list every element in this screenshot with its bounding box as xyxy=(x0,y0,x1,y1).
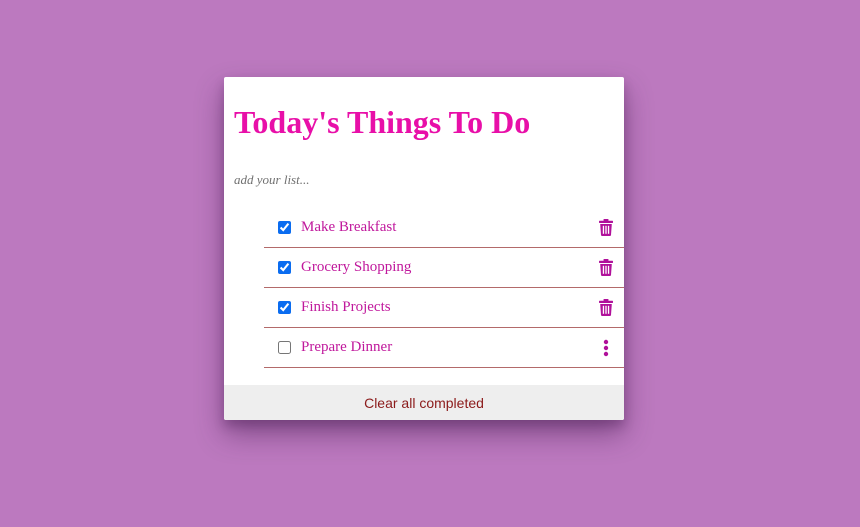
clear-completed-label: Clear all completed xyxy=(364,394,484,411)
clear-completed-button[interactable]: Clear all completed xyxy=(224,385,624,420)
todo-label: Finish Projects xyxy=(301,299,391,315)
more-vertical-icon[interactable] xyxy=(598,338,614,358)
todo-checkbox[interactable] xyxy=(278,341,291,354)
todo-checkbox[interactable] xyxy=(278,301,291,314)
todo-item: Grocery Shopping xyxy=(264,248,624,288)
todo-label: Grocery Shopping xyxy=(301,259,412,275)
page-title: Today's Things To Do xyxy=(234,104,531,140)
todo-item: Finish Projects xyxy=(264,288,624,328)
trash-icon[interactable] xyxy=(598,258,614,278)
todo-item: Make Breakfast xyxy=(264,208,624,248)
todo-checkbox[interactable] xyxy=(278,261,291,274)
todo-checkbox[interactable] xyxy=(278,221,291,234)
todo-list: Make Breakfast Grocery Shopping Finish P… xyxy=(264,208,624,368)
todo-label: Make Breakfast xyxy=(301,219,397,235)
todo-card: Today's Things To Do Make Breakfast Groc… xyxy=(224,77,624,420)
todo-item: Prepare Dinner xyxy=(264,328,624,368)
todo-label: Prepare Dinner xyxy=(301,339,393,355)
trash-icon[interactable] xyxy=(598,298,614,318)
add-todo-input[interactable] xyxy=(234,169,594,191)
trash-icon[interactable] xyxy=(598,218,614,238)
